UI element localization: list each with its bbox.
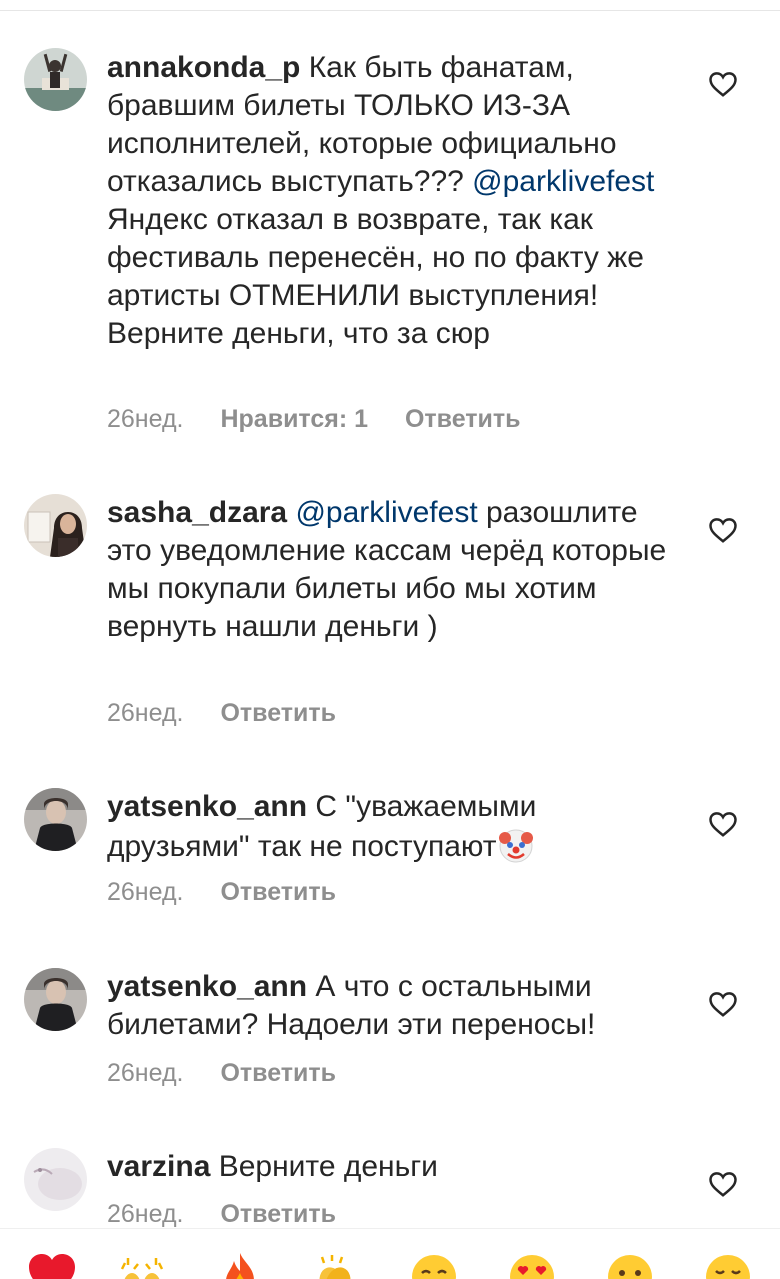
reply-button[interactable]: Ответить: [220, 878, 336, 907]
avatar[interactable]: [24, 788, 87, 851]
laughing-face-icon[interactable]: [702, 1249, 754, 1279]
avatar[interactable]: [24, 494, 87, 557]
like-heart-icon[interactable]: [708, 990, 738, 1018]
comment-meta: 26нед. Ответить: [107, 1200, 366, 1229]
avatar[interactable]: [24, 1148, 87, 1211]
like-heart-icon[interactable]: [708, 516, 738, 544]
comment-text: sasha_dzara @parklivefest разошлите это …: [107, 494, 687, 646]
like-heart-icon[interactable]: [708, 1170, 738, 1198]
clown-face-icon: [497, 826, 535, 864]
avatar[interactable]: [24, 968, 87, 1031]
comment-meta: 26нед. Нравится: 1 Ответить: [107, 405, 551, 434]
raising-hands-icon[interactable]: [116, 1249, 168, 1279]
mention-link[interactable]: @parklivefest: [472, 165, 654, 198]
comment-body: Верните деньги: [210, 1150, 438, 1183]
like-heart-icon[interactable]: [708, 810, 738, 838]
reply-button[interactable]: Ответить: [220, 1200, 336, 1229]
comment-text: yatsenko_ann С "уважаемыми друзьями" так…: [107, 788, 687, 866]
comment-meta: 26нед. Ответить: [107, 699, 366, 728]
fire-icon[interactable]: [214, 1249, 266, 1279]
comment-username[interactable]: sasha_dzara: [107, 496, 287, 529]
comment-username[interactable]: annakonda_p: [107, 51, 300, 84]
comment-time: 26нед.: [107, 1059, 184, 1087]
clapping-hands-icon[interactable]: [308, 1249, 360, 1279]
comment-time: 26нед.: [107, 878, 184, 906]
top-divider: [0, 10, 780, 11]
reply-button[interactable]: Ответить: [405, 405, 521, 434]
likes-count[interactable]: Нравится: 1: [220, 405, 368, 434]
comment-text: yatsenko_ann А что с остальными билетами…: [107, 968, 687, 1044]
red-heart-icon[interactable]: [26, 1249, 78, 1279]
comment-time: 26нед.: [107, 405, 184, 433]
like-heart-icon[interactable]: [708, 70, 738, 98]
astonished-face-icon[interactable]: [604, 1249, 656, 1279]
heart-eyes-icon[interactable]: [506, 1249, 558, 1279]
quick-reactions-bar: [0, 1228, 780, 1279]
reply-button[interactable]: Ответить: [220, 1059, 336, 1088]
comment-text: varzina Верните деньги: [107, 1148, 687, 1186]
comment-text: annakonda_p Как быть фанатам, бравшим би…: [107, 49, 687, 353]
comment-meta: 26нед. Ответить: [107, 878, 366, 907]
comment-meta: 26нед. Ответить: [107, 1059, 366, 1088]
comment-username[interactable]: varzina: [107, 1150, 210, 1183]
comment-time: 26нед.: [107, 699, 184, 727]
comment-body: Яндекс отказал в возврате, так как фести…: [107, 203, 644, 350]
avatar[interactable]: [24, 48, 87, 111]
comment-time: 26нед.: [107, 1200, 184, 1228]
crying-face-icon[interactable]: [408, 1249, 460, 1279]
mention-link[interactable]: @parklivefest: [295, 496, 477, 529]
reply-button[interactable]: Ответить: [220, 699, 336, 728]
comment-username[interactable]: yatsenko_ann: [107, 970, 307, 1003]
comment-username[interactable]: yatsenko_ann: [107, 790, 307, 823]
